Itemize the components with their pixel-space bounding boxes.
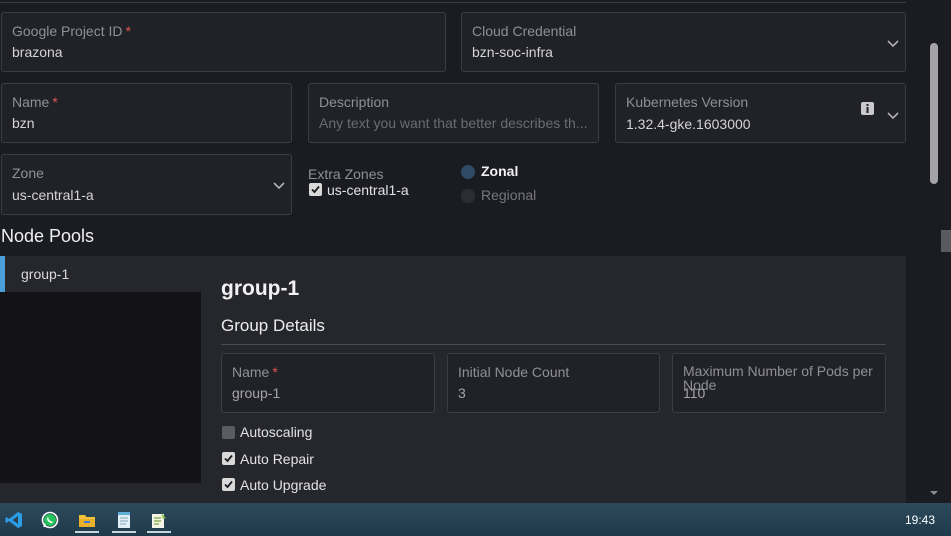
cluster-name-value[interactable]: bzn (12, 115, 35, 131)
auto-upgrade-checkbox[interactable] (222, 478, 235, 491)
auto-repair-checkbox[interactable] (222, 452, 235, 465)
taskbar-clock[interactable]: 19:43 (905, 513, 935, 527)
notepad-plus-icon[interactable] (145, 507, 173, 533)
node-pools-title: Node Pools (1, 226, 95, 246)
group-name-field[interactable]: Name * group-1 (221, 353, 435, 413)
chevron-down-icon[interactable] (887, 40, 899, 48)
cloud-credential-value[interactable]: bzn-soc-infra (472, 44, 553, 60)
outer-scrollbar-thumb[interactable] (941, 230, 951, 252)
node-pool-item-group-1[interactable]: group-1 (0, 256, 201, 292)
zonal-label: Zonal (481, 163, 519, 179)
selected-indicator (0, 256, 5, 292)
active-indicator (147, 531, 171, 533)
description-placeholder[interactable]: Any text you want that better describes … (319, 115, 588, 131)
zone-label: Zone (12, 165, 44, 181)
checkmark-icon (224, 480, 233, 489)
checkmark-icon (224, 454, 233, 463)
zonal-radio[interactable] (461, 165, 475, 179)
info-icon[interactable] (860, 101, 875, 116)
notepad-icon[interactable] (110, 507, 138, 533)
max-pods-label: Maximum Number of Pods per Node (683, 363, 873, 393)
taskbar: 19:43 (0, 503, 951, 536)
zone-value[interactable]: us-central1-a (12, 187, 94, 203)
group-name-label: Name * (232, 364, 278, 380)
scroll-down-arrow-icon[interactable] (929, 489, 939, 497)
node-pool-item-label: group-1 (21, 266, 70, 282)
file-explorer-icon[interactable] (73, 507, 101, 533)
autoscaling-checkbox[interactable] (222, 426, 235, 439)
cluster-name-field[interactable]: Name * bzn (1, 83, 292, 143)
cluster-name-label: Name * (12, 94, 58, 110)
kubernetes-version-select[interactable]: Kubernetes Version 1.32.4-gke.1603000 (615, 83, 906, 143)
extra-zones-label: Extra Zones (308, 166, 384, 182)
project-id-field[interactable]: Google Project ID * brazona (1, 12, 446, 72)
extra-zone-checkbox[interactable] (309, 183, 322, 196)
vscode-icon[interactable] (0, 507, 28, 533)
kubernetes-version-label: Kubernetes Version (626, 94, 749, 110)
max-pods-value[interactable]: 110 (683, 385, 705, 401)
regional-label: Regional (481, 187, 537, 203)
project-id-value[interactable]: brazona (12, 44, 63, 60)
group-details-heading: Group Details (221, 316, 325, 335)
description-field[interactable]: Description Any text you want that bette… (308, 83, 599, 143)
initial-node-count-value[interactable]: 3 (458, 385, 466, 401)
node-pool-title: group-1 (221, 277, 300, 300)
regional-radio[interactable] (461, 189, 475, 203)
app-window: Google Project ID * brazona Cloud Credent… (0, 0, 951, 503)
chevron-down-icon[interactable] (273, 182, 285, 190)
group-name-value[interactable]: group-1 (232, 385, 280, 401)
active-indicator (75, 531, 99, 533)
project-id-label: Google Project ID * (12, 23, 131, 39)
scrollbar-thumb[interactable] (930, 43, 938, 184)
cloud-credential-select[interactable]: Cloud Credential bzn-soc-infra (461, 12, 906, 72)
top-divider (0, 2, 906, 3)
cloud-credential-label: Cloud Credential (472, 23, 577, 39)
autoscaling-label: Autoscaling (240, 424, 313, 440)
chevron-down-icon[interactable] (887, 112, 899, 120)
active-indicator (112, 531, 136, 533)
initial-node-count-field[interactable]: Initial Node Count 3 (447, 353, 660, 413)
whatsapp-icon[interactable] (36, 507, 64, 533)
auto-repair-label: Auto Repair (240, 451, 314, 467)
extra-zone-option-label: us-central1-a (327, 182, 409, 198)
zone-select[interactable]: Zone us-central1-a (1, 154, 292, 215)
auto-upgrade-label: Auto Upgrade (240, 477, 327, 493)
max-pods-field[interactable]: Maximum Number of Pods per Node 110 (672, 353, 886, 413)
initial-node-count-label: Initial Node Count (458, 364, 570, 380)
section-divider (221, 344, 886, 345)
checkmark-icon (311, 185, 320, 194)
kubernetes-version-value[interactable]: 1.32.4-gke.1603000 (626, 116, 751, 132)
description-label: Description (319, 94, 390, 110)
